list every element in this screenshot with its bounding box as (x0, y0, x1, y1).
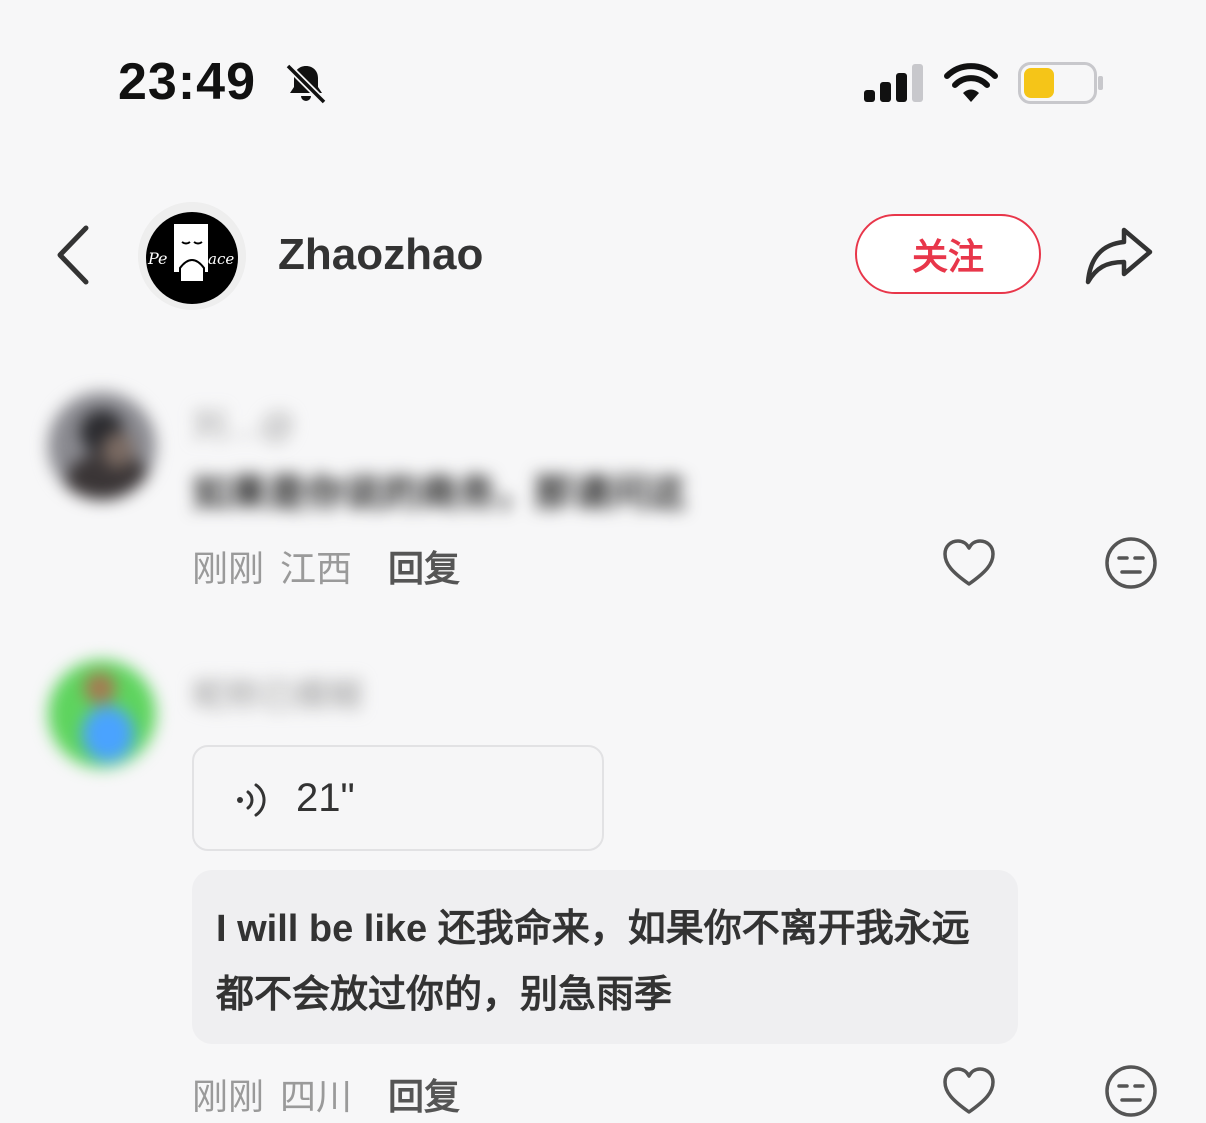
comment-location: 四川 (280, 1076, 353, 1117)
voice-duration: 21" (296, 776, 355, 820)
chevron-left-icon[interactable] (54, 224, 94, 286)
comment-text: 如果是你说的商务，那请问这 (192, 473, 687, 515)
voice-wave-icon[interactable] (232, 780, 272, 820)
reply-button[interactable]: 回复 (388, 1068, 460, 1120)
avatar-text-right: ace (208, 250, 234, 268)
comment-time: 刚刚 (192, 548, 265, 589)
follow-button[interactable]: 关注 (855, 214, 1041, 294)
status-time: 23:49 (118, 53, 256, 111)
profile-avatar[interactable]: Pe ace (138, 202, 246, 310)
commenter-avatar[interactable] (48, 392, 156, 500)
heart-icon[interactable] (942, 1066, 996, 1116)
comment-time: 刚刚 (192, 1076, 265, 1117)
battery-low-power-icon (1018, 62, 1103, 104)
cellular-signal-icon (864, 64, 923, 102)
wifi-icon (944, 63, 998, 102)
comment-author[interactable]: 刘…@ (192, 398, 295, 447)
comment-author[interactable]: 昵称已模糊 (192, 668, 362, 717)
reply-button[interactable]: 回复 (388, 540, 460, 592)
avatar-text-left: Pe (147, 249, 168, 268)
commenter-avatar[interactable] (48, 660, 156, 768)
voice-transcript: I will be like 还我命来，如果你不离开我永远都不会放过你的，别急雨… (192, 870, 1018, 1044)
bell-slash-icon (285, 63, 327, 105)
heart-icon[interactable] (942, 538, 996, 588)
meh-face-icon[interactable] (1104, 536, 1158, 590)
share-arrow-icon[interactable] (1084, 224, 1154, 286)
profile-name[interactable]: Zhaozhao (278, 230, 483, 280)
comment-location: 江西 (280, 548, 353, 589)
meh-face-icon[interactable] (1104, 1064, 1158, 1118)
